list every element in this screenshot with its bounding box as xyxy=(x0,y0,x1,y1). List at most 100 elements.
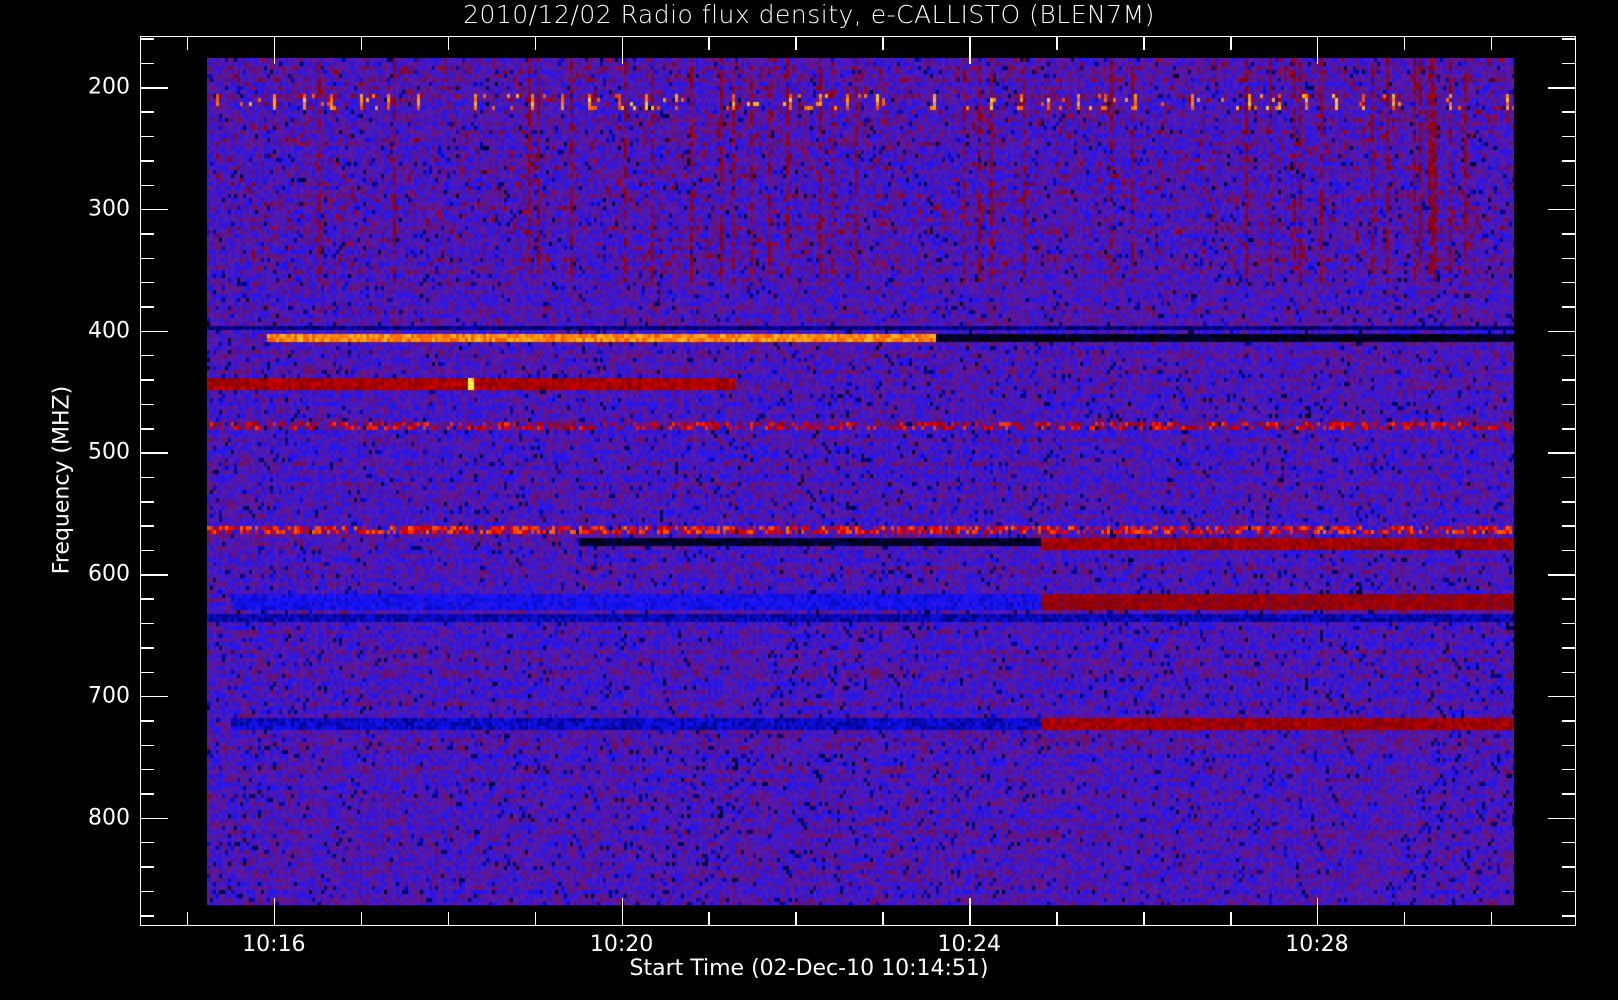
y-axis-label: Frequency (MHZ) xyxy=(49,385,75,575)
x-tick xyxy=(273,36,276,64)
y-tick xyxy=(140,354,154,357)
x-tick xyxy=(1403,912,1406,926)
x-tick xyxy=(1490,912,1493,926)
x-tick xyxy=(1230,36,1232,50)
y-tick xyxy=(140,87,168,89)
y-tick xyxy=(140,793,154,795)
y-tick xyxy=(1562,135,1576,138)
y-tick xyxy=(140,574,168,576)
y-tick xyxy=(1562,233,1576,235)
y-tick xyxy=(1562,403,1576,406)
x-tick xyxy=(273,898,276,926)
y-tick xyxy=(1562,476,1576,479)
x-tick xyxy=(360,36,363,50)
y-tick-label: 500 xyxy=(88,439,130,465)
y-tick xyxy=(140,184,154,187)
y-tick xyxy=(140,817,168,820)
y-tick-label: 700 xyxy=(88,683,130,709)
y-tick xyxy=(1562,160,1576,162)
y-tick xyxy=(140,671,154,674)
y-tick xyxy=(1562,428,1576,430)
x-tick-label: 10:24 xyxy=(937,932,1001,957)
y-tick xyxy=(140,208,168,211)
x-tick-label: 10:28 xyxy=(1285,932,1349,957)
y-tick xyxy=(1562,281,1576,284)
y-tick xyxy=(1562,257,1576,260)
y-tick xyxy=(140,135,154,138)
y-tick xyxy=(1562,768,1576,771)
y-tick xyxy=(140,257,154,260)
y-tick xyxy=(140,890,154,893)
y-tick xyxy=(1562,111,1576,113)
y-tick xyxy=(1562,720,1576,722)
y-tick xyxy=(1562,793,1576,795)
y-tick xyxy=(140,452,168,454)
x-tick xyxy=(1316,898,1319,926)
y-tick xyxy=(1562,306,1576,308)
y-tick xyxy=(140,62,154,65)
chart-title: 2010/12/02 Radio flux density, e-CALLIST… xyxy=(463,0,1155,29)
y-tick xyxy=(1562,890,1576,893)
y-tick xyxy=(1562,598,1576,600)
x-tick xyxy=(447,912,450,926)
x-tick xyxy=(1490,36,1493,50)
y-tick xyxy=(140,306,154,308)
y-tick xyxy=(1562,744,1576,747)
y-tick xyxy=(1548,574,1576,576)
x-tick xyxy=(708,36,710,50)
y-tick-label: 600 xyxy=(88,561,130,587)
x-tick xyxy=(186,912,189,926)
y-tick xyxy=(140,915,154,917)
y-tick-label: 300 xyxy=(88,196,130,222)
x-tick xyxy=(795,36,797,50)
y-tick xyxy=(140,501,154,503)
x-tick xyxy=(882,912,884,926)
y-tick xyxy=(1562,525,1576,527)
y-tick xyxy=(140,647,154,649)
y-tick xyxy=(140,866,154,868)
spectrogram-heatmap xyxy=(206,57,1514,905)
x-tick xyxy=(186,36,189,50)
y-tick xyxy=(1548,208,1576,211)
x-tick xyxy=(534,36,537,50)
y-tick xyxy=(1548,330,1576,333)
y-tick xyxy=(140,403,154,406)
y-tick xyxy=(140,744,154,747)
y-tick xyxy=(140,476,154,479)
x-axis-label: Start Time (02-Dec-10 10:14:51) xyxy=(629,956,989,981)
y-tick xyxy=(1548,452,1576,454)
y-tick xyxy=(1562,354,1576,357)
y-tick-label: 800 xyxy=(88,805,130,831)
y-tick xyxy=(1548,695,1576,698)
x-tick xyxy=(447,36,450,50)
y-tick xyxy=(1562,62,1576,65)
y-tick xyxy=(140,768,154,771)
x-tick xyxy=(1143,912,1145,926)
y-tick xyxy=(1562,501,1576,503)
y-tick xyxy=(1562,671,1576,674)
y-tick xyxy=(1562,549,1576,552)
x-tick xyxy=(1056,36,1058,50)
x-tick xyxy=(795,912,797,926)
x-tick-label: 10:16 xyxy=(242,932,306,957)
x-tick xyxy=(969,898,971,926)
x-tick xyxy=(1403,36,1406,50)
y-tick xyxy=(140,720,154,722)
x-tick xyxy=(1143,36,1145,50)
y-tick xyxy=(140,622,154,625)
y-tick xyxy=(1562,866,1576,868)
y-tick xyxy=(140,598,154,600)
y-tick xyxy=(140,695,168,698)
x-tick xyxy=(360,912,363,926)
y-tick xyxy=(140,428,154,430)
y-tick xyxy=(140,525,154,527)
y-tick-label: 200 xyxy=(88,74,130,100)
y-tick xyxy=(1562,38,1576,40)
x-tick-label: 10:20 xyxy=(589,932,654,957)
y-tick xyxy=(140,330,168,333)
y-tick-label: 400 xyxy=(88,318,130,344)
x-tick xyxy=(969,36,971,64)
y-tick xyxy=(140,379,154,381)
y-tick xyxy=(1562,647,1576,649)
x-tick xyxy=(621,898,624,926)
